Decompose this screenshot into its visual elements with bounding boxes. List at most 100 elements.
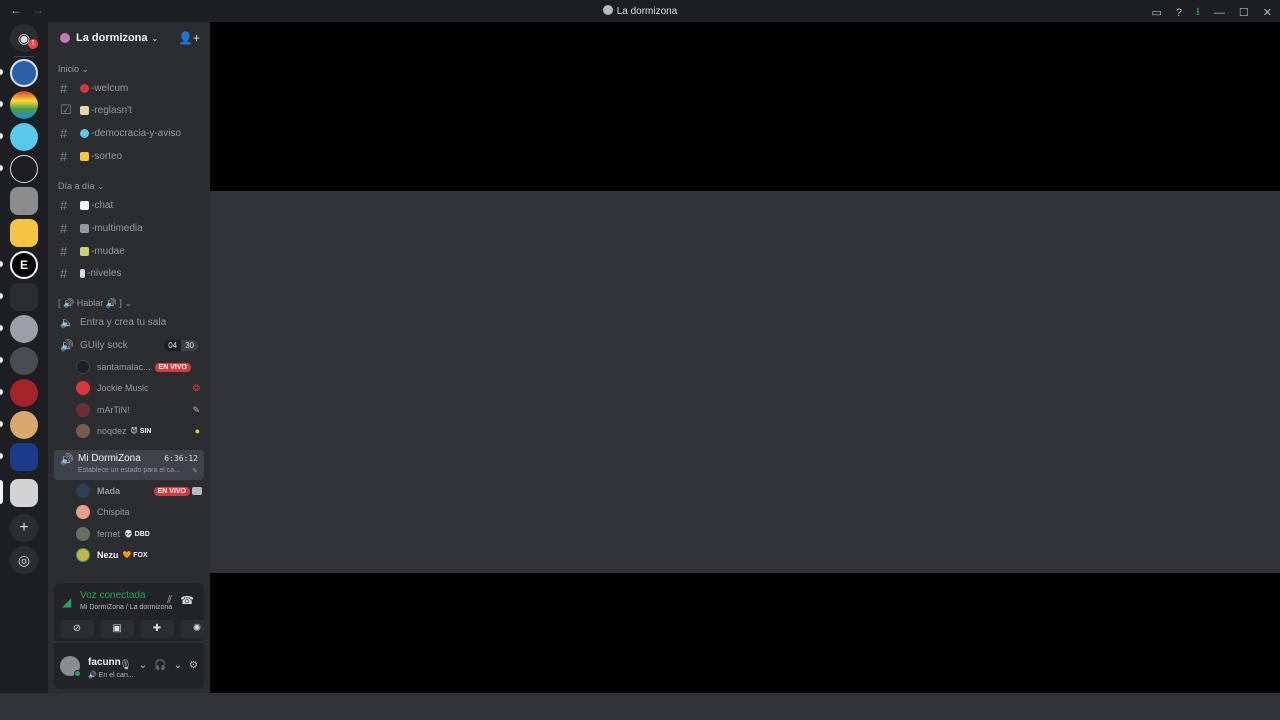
voice-channel-guily[interactable]: 🔊 GUily sock 04 30 xyxy=(54,335,204,355)
category-hablar[interactable]: [ 🔊 Hablar 🔊 ] ⌄ xyxy=(58,298,132,309)
inbox-icon[interactable]: ▭ xyxy=(1152,6,1162,19)
close-button[interactable]: ✕ xyxy=(1263,6,1272,19)
live-badge: EN VIVO xyxy=(154,362,191,372)
microphone-icon[interactable]: 🎙 xyxy=(119,660,132,671)
server-icon-4[interactable] xyxy=(10,155,38,183)
channel-sorteo[interactable]: # -sorteo xyxy=(54,146,204,166)
server-icon-la-dormizona[interactable] xyxy=(10,479,38,507)
activities-button[interactable]: ✚ xyxy=(140,620,174,638)
bar-emoji-icon xyxy=(80,268,85,278)
avatar xyxy=(76,381,90,395)
disconnect-icon[interactable]: ☎ xyxy=(180,594,194,607)
signal-icon[interactable]: ◢ xyxy=(62,595,71,609)
unread-pill xyxy=(0,69,3,75)
channel-status[interactable]: Establece un estado para el ca... xyxy=(78,467,180,474)
gear-icon[interactable]: ⚙ xyxy=(189,660,198,671)
channel-niveles[interactable]: # -niveles xyxy=(54,263,204,283)
voice-channel-entra[interactable]: 🔈 Entra y crea tu sala xyxy=(54,312,204,332)
user-tag: 💀 DBD xyxy=(124,531,150,538)
mudae-emoji-icon xyxy=(80,246,89,256)
window-title: La dormizona xyxy=(0,5,1280,17)
party-emoji-icon xyxy=(80,151,89,161)
channel-mudae[interactable]: # -mudae xyxy=(54,241,204,261)
help-icon[interactable]: ? xyxy=(1176,7,1182,19)
avatar xyxy=(76,403,90,417)
speaker-icon: 🔊 xyxy=(60,454,74,466)
camera-off-button[interactable]: ⊘ xyxy=(60,620,94,638)
edit-pencil-icon[interactable]: ✎ xyxy=(192,467,198,475)
voice-user[interactable]: Mada EN VIVO xyxy=(76,481,204,501)
screen-share-button[interactable]: ▣ xyxy=(100,620,134,638)
voice-user[interactable]: santamalac... EN VIVO xyxy=(76,357,204,377)
chevron-down-icon[interactable]: ⌄ xyxy=(174,660,182,671)
download-icon[interactable]: ⭳ xyxy=(1196,3,1200,22)
category-dia-a-dia[interactable]: Día a día ⌄ xyxy=(58,181,105,192)
discover-icon[interactable]: ◎ xyxy=(10,546,38,574)
notification-badge: 1 xyxy=(28,39,38,49)
soundboard-button[interactable]: ✺ xyxy=(180,620,214,638)
unread-pill xyxy=(0,357,3,363)
minimize-button[interactable]: — xyxy=(1214,7,1225,19)
hash-icon: # xyxy=(60,80,68,96)
channel-multimedia[interactable]: # -multimedia xyxy=(54,218,204,238)
chevron-down-icon[interactable]: ⌄ xyxy=(139,660,147,671)
add-server-icon[interactable]: + xyxy=(10,514,38,542)
selected-pill xyxy=(0,480,3,504)
avatar xyxy=(76,527,90,541)
user-panel: facunn 🔊 En el can... 🎙 ⌄ 🎧 ⌄ ⚙ xyxy=(54,643,204,689)
server-icon-1[interactable] xyxy=(10,59,38,87)
stream-area[interactable] xyxy=(210,191,1280,573)
speaker-icon: 🔊 xyxy=(60,339,74,352)
voice-location: Mi DormiZona / La dormizona xyxy=(80,604,173,611)
invite-icon[interactable]: 👤+ xyxy=(178,31,200,45)
voice-user[interactable]: Nezu 🧡 FOX xyxy=(76,545,204,565)
server-icon-5[interactable] xyxy=(10,187,38,215)
avatar xyxy=(76,505,90,519)
channel-reglas[interactable]: ☑ -reglasn't xyxy=(54,100,204,120)
server-icon-11[interactable] xyxy=(10,411,38,439)
channel-welcum[interactable]: # -welcum xyxy=(54,78,204,98)
voice-user[interactable]: Jockie Music ❂ xyxy=(76,378,204,398)
noise-suppression-icon[interactable]: ⫽ xyxy=(167,594,172,607)
server-icon-9[interactable] xyxy=(10,347,38,375)
unread-pill xyxy=(0,325,3,331)
bottom-bar xyxy=(0,693,1280,720)
unread-pill xyxy=(0,389,3,395)
unread-pill xyxy=(0,453,3,459)
channel-sidebar: La dormizona ⌄ 👤+ Inicio ⌄ # -welcum ☑ -… xyxy=(48,22,214,693)
server-icon xyxy=(602,5,613,15)
speaker-icon: 🔈 xyxy=(60,316,74,329)
server-icon-7[interactable]: E xyxy=(10,251,38,279)
headphones-icon[interactable]: 🎧 xyxy=(154,660,166,671)
user-tag: 🧡 FOX xyxy=(122,552,148,559)
server-icon-6[interactable] xyxy=(10,219,38,247)
voice-user[interactable]: fernet 💀 DBD xyxy=(76,524,204,544)
activity-icon: ● xyxy=(194,426,200,436)
avatar xyxy=(76,548,90,562)
voice-user[interactable]: Chispita xyxy=(76,502,204,522)
hash-icon: # xyxy=(60,220,68,236)
server-icon-8[interactable] xyxy=(10,315,38,343)
globe-emoji-icon xyxy=(80,128,89,138)
voice-user[interactable]: mArTiN! ✎ xyxy=(76,400,204,420)
voice-user[interactable]: noqdez 😈 SIN ● xyxy=(76,421,204,441)
category-inicio[interactable]: Inicio ⌄ xyxy=(58,64,89,75)
server-icon-2[interactable] xyxy=(10,91,38,119)
server-rail: ◉ 1 E + ◎ xyxy=(0,22,48,693)
unread-pill xyxy=(0,261,3,267)
voice-state[interactable]: Voz conectada xyxy=(80,590,146,601)
server-boost-icon xyxy=(60,33,70,43)
channel-democracia[interactable]: # -democracia-y-aviso xyxy=(54,123,204,143)
server-header[interactable]: La dormizona ⌄ 👤+ xyxy=(48,22,210,54)
hash-icon: # xyxy=(60,197,68,213)
voice-channel-mi-dormizona[interactable]: 🔊 Mi DormiZona 6:36:12 Establece un esta… xyxy=(54,450,204,480)
server-icon-10[interactable] xyxy=(10,379,38,407)
server-icon-3[interactable] xyxy=(10,123,38,151)
maximize-button[interactable]: ☐ xyxy=(1239,6,1249,19)
server-folder[interactable] xyxy=(10,283,38,311)
voice-stage xyxy=(210,22,1280,693)
channel-chat[interactable]: # -chat xyxy=(54,195,204,215)
username[interactable]: facunn xyxy=(88,657,121,668)
server-icon-12[interactable] xyxy=(10,443,38,471)
activity-icon: ❂ xyxy=(192,382,200,393)
